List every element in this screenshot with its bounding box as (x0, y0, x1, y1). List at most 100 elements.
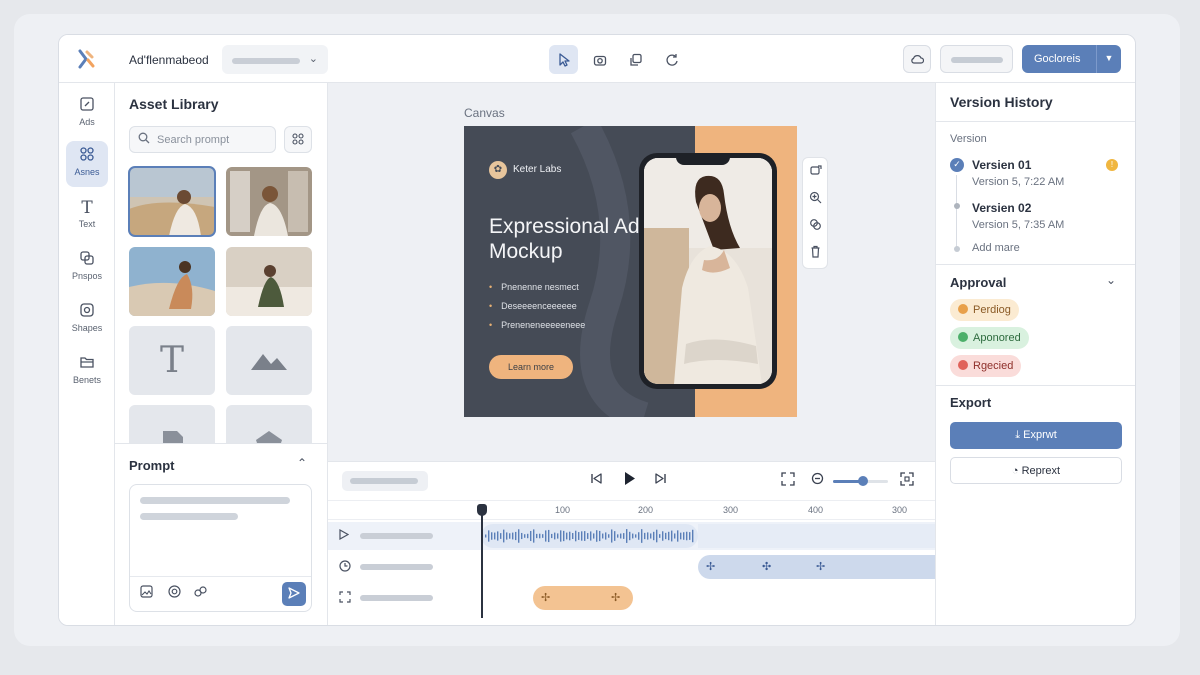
mention-icon[interactable] (194, 585, 207, 601)
status-pill-rejected[interactable]: Rgecied (950, 355, 1022, 377)
mountain-asset-tile[interactable] (226, 326, 312, 395)
status-pill-pending[interactable]: Perdiog (950, 299, 1019, 321)
brand-logo-icon: ✿ (489, 161, 507, 179)
download-icon: ⤓ (1015, 429, 1021, 441)
version-time: Version 5, 7:22 AM (972, 176, 1065, 188)
asset-thumb-sky-portrait[interactable] (129, 247, 215, 316)
project-dropdown[interactable]: ⌄ (222, 45, 328, 74)
asset-thumb-sofa-portrait[interactable] (226, 247, 312, 316)
ad-artboard[interactable]: ✿ Keter Labs Expressional Ad Mockup Pnen… (464, 126, 797, 417)
add-version-link[interactable]: Add mare (972, 242, 1020, 254)
waveform-bar (686, 531, 688, 541)
waveform-bar (542, 534, 544, 538)
playhead-handle[interactable] (477, 504, 487, 516)
waveform-bar (548, 529, 550, 543)
keyframe-icon[interactable]: ✢ (816, 560, 825, 573)
expand-icon[interactable] (900, 472, 914, 489)
rail-item-folder[interactable]: Benets (66, 349, 108, 395)
target-icon[interactable] (168, 585, 181, 601)
camera-tool-button[interactable] (585, 45, 614, 74)
app-logo-icon (78, 49, 95, 69)
delete-icon[interactable] (809, 245, 822, 261)
prompt-input[interactable] (129, 484, 312, 612)
chevron-up-icon[interactable]: ⌃ (297, 456, 307, 470)
zoom-icon[interactable] (811, 472, 824, 488)
warning-badge-icon: ! (1106, 159, 1118, 171)
ad-cta-button[interactable]: Learn more (489, 355, 573, 379)
asset-thumb-beach-portrait[interactable] (128, 166, 216, 237)
timeline-sequence-select[interactable] (342, 471, 428, 491)
text-asset-tile[interactable]: T (129, 326, 215, 395)
keyframe-icon[interactable]: ✢ (611, 591, 620, 604)
zoom-slider-knob[interactable] (858, 476, 868, 486)
timeline-track-effects[interactable]: ✢ ✣ ✢ (328, 553, 938, 581)
rail-item-layers[interactable]: Pnspos (66, 245, 108, 291)
duplicate-tool-button[interactable] (621, 45, 650, 74)
report-button[interactable]: ◔ Reprext (950, 457, 1122, 484)
fit-icon[interactable] (781, 472, 795, 489)
crop-icon[interactable] (809, 164, 822, 180)
play-track-icon (339, 528, 350, 543)
image-attach-icon[interactable] (140, 585, 153, 601)
prompt-title: Prompt (129, 458, 175, 473)
keyframe-icon[interactable]: ✢ (541, 591, 550, 604)
waveform-bar (557, 533, 559, 539)
playhead[interactable] (477, 504, 487, 618)
refresh-tool-button[interactable] (657, 45, 686, 74)
skip-back-icon[interactable] (590, 472, 603, 488)
effects-clip[interactable]: ✢ ✣ ✢ (698, 555, 938, 579)
send-button[interactable] (282, 582, 306, 606)
primary-action-button[interactable]: Gocloreis ▼ (1022, 45, 1121, 73)
export-button[interactable]: ⤓ Exprwt (950, 422, 1122, 449)
timeline-track-overlay[interactable]: ✢ ✢ (328, 584, 935, 612)
filter-grid-icon (292, 133, 304, 148)
ad-bullet: Preneneneeeeeneee (489, 320, 585, 330)
cloud-sync-button[interactable] (903, 45, 931, 73)
waveform-bar (500, 533, 502, 539)
primary-action-menu-button[interactable]: ▼ (1096, 45, 1121, 73)
rail-item-ads[interactable]: Ads (66, 91, 108, 137)
ruler-tick: 300 (892, 505, 908, 515)
waveform-bar (626, 529, 628, 543)
zoom-slider[interactable] (833, 476, 888, 486)
audio-track-remainder (698, 524, 935, 548)
text-asset-icon: T (159, 340, 184, 381)
document-asset-tile[interactable] (129, 405, 215, 443)
rail-item-label: Ads (79, 117, 95, 127)
search-input[interactable]: Search prompt (129, 126, 276, 153)
version-name[interactable]: Versien 01 (972, 158, 1031, 172)
timeline-sequence-placeholder (350, 478, 418, 484)
keyframe-icon[interactable]: ✢ (706, 560, 715, 573)
version-name[interactable]: Versien 02 (972, 201, 1031, 215)
overlay-clip[interactable]: ✢ ✢ (533, 586, 633, 610)
secondary-action-button[interactable] (940, 45, 1013, 73)
pointer-tool-button[interactable] (549, 45, 578, 74)
pentagon-asset-tile[interactable] (226, 405, 312, 443)
zoom-in-icon[interactable] (809, 191, 822, 207)
timeline-track-audio[interactable] (328, 522, 935, 550)
link-icon[interactable] (809, 218, 822, 234)
audio-clip[interactable] (481, 524, 698, 548)
filter-button[interactable] (284, 126, 312, 153)
asset-thumb-window-portrait[interactable] (226, 167, 312, 236)
waveform-bar (665, 532, 667, 540)
rail-item-assets[interactable]: Asnes (66, 141, 108, 187)
waveform-bar (683, 532, 685, 540)
app-name: Ad'flenmabeod (129, 53, 209, 67)
play-icon[interactable] (622, 471, 637, 489)
track-name-placeholder (360, 595, 433, 601)
waveform-bar (536, 533, 538, 539)
chevron-down-icon[interactable]: ⌄ (1106, 273, 1116, 287)
keyframe-icon[interactable]: ✣ (762, 560, 771, 573)
status-pill-approved[interactable]: Aponored (950, 327, 1029, 349)
waveform-bar (590, 531, 592, 541)
ads-icon (66, 96, 108, 114)
rail-item-text[interactable]: T Text (66, 193, 108, 239)
waveform-bar (647, 532, 649, 540)
cloud-icon (911, 55, 924, 64)
skip-forward-icon[interactable] (654, 472, 667, 488)
waveform-bar (641, 529, 643, 543)
rail-item-shapes[interactable]: Shapes (66, 297, 108, 343)
version-dot (954, 203, 960, 209)
waveform-bar (629, 531, 631, 541)
